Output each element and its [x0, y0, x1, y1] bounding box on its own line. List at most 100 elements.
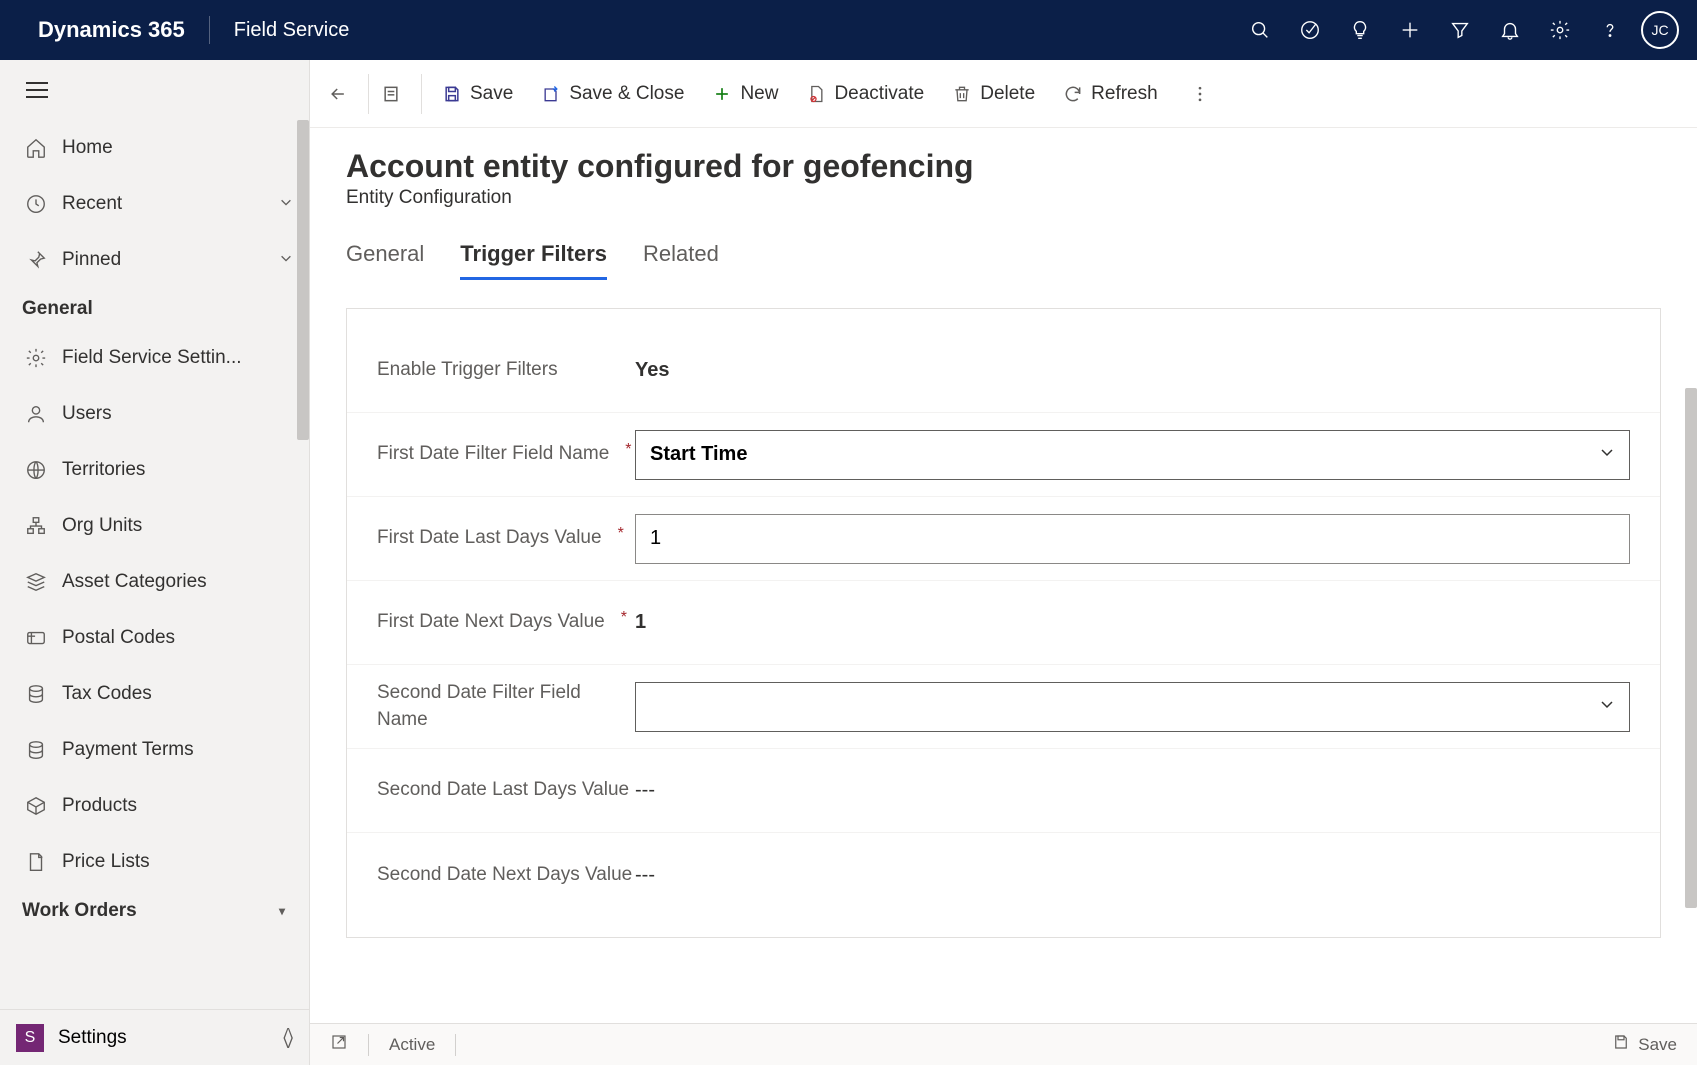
search-icon[interactable]	[1235, 0, 1285, 60]
list-icon	[381, 84, 401, 104]
delete-button[interactable]: Delete	[938, 72, 1049, 116]
save-button[interactable]: Save	[428, 72, 527, 116]
more-icon	[1190, 84, 1210, 104]
sidebar-item-field-service-settings[interactable]: Field Service Settin...	[0, 330, 309, 386]
back-icon	[328, 84, 348, 104]
cmd-label: Save	[470, 83, 513, 105]
refresh-button[interactable]: Refresh	[1049, 72, 1172, 116]
app-name[interactable]: Field Service	[234, 19, 350, 42]
area-switcher[interactable]: S Settings ᐱᐯ	[0, 1009, 309, 1065]
footer-save-button[interactable]: Save	[1612, 1033, 1677, 1056]
person-icon	[24, 402, 48, 426]
sidebar-item-asset-categories[interactable]: Asset Categories	[0, 554, 309, 610]
field-label: First Date Next Days Value	[377, 609, 605, 636]
document-icon	[24, 850, 48, 874]
field-value[interactable]: Yes	[635, 359, 1630, 382]
nav-recent[interactable]: Recent	[0, 176, 309, 232]
gear-icon[interactable]	[1535, 0, 1585, 60]
box-icon	[24, 794, 48, 818]
nav-home[interactable]: Home	[0, 120, 309, 176]
trash-icon	[952, 84, 972, 104]
user-avatar[interactable]: JC	[1641, 11, 1679, 49]
sidebar-item-org-units[interactable]: Org Units	[0, 498, 309, 554]
org-icon	[24, 514, 48, 538]
hamburger-menu[interactable]	[0, 60, 309, 120]
first-date-filter-select[interactable]: Start Time	[635, 430, 1630, 480]
nav-label: Field Service Settin...	[62, 347, 295, 369]
cmd-label: Save & Close	[569, 83, 684, 105]
page-subtitle: Entity Configuration	[346, 187, 1661, 209]
page-title: Account entity configured for geofencing	[346, 148, 1661, 185]
status-bar: Active Save	[310, 1023, 1697, 1065]
chevron-down-icon	[279, 249, 295, 271]
brand-divider	[209, 16, 210, 44]
cmd-label: Deactivate	[834, 83, 924, 105]
field-value[interactable]: ---	[635, 864, 1630, 887]
nav-label: Pinned	[62, 249, 279, 271]
save-close-icon	[541, 84, 561, 104]
area-label: Settings	[58, 1027, 127, 1049]
filter-icon[interactable]	[1435, 0, 1485, 60]
stack-icon	[24, 570, 48, 594]
tab-general[interactable]: General	[346, 241, 424, 280]
cmd-label: Delete	[980, 83, 1035, 105]
gear-icon	[24, 346, 48, 370]
field-enable-trigger: Enable Trigger Filters Yes	[347, 329, 1660, 413]
sidebar-scrollbar[interactable]	[297, 120, 309, 440]
save-icon	[442, 84, 462, 104]
globe-icon	[24, 458, 48, 482]
popout-icon[interactable]	[330, 1033, 348, 1056]
back-button[interactable]	[322, 72, 362, 116]
help-icon[interactable]	[1585, 0, 1635, 60]
sidebar-item-postal-codes[interactable]: Postal Codes	[0, 610, 309, 666]
add-icon[interactable]	[1385, 0, 1435, 60]
global-header: Dynamics 365 Field Service JC	[0, 0, 1697, 60]
required-marker: *	[625, 441, 631, 468]
tab-list: General Trigger Filters Related	[346, 241, 1661, 280]
nav-label: Asset Categories	[62, 571, 295, 593]
field-first-date-filter: First Date Filter Field Name* Start Time	[347, 413, 1660, 497]
overflow-button[interactable]	[1184, 72, 1224, 116]
new-button[interactable]: New	[698, 72, 792, 116]
cmd-label: New	[740, 83, 778, 105]
save-close-button[interactable]: Save & Close	[527, 72, 698, 116]
task-checker-icon[interactable]	[1285, 0, 1335, 60]
tab-related[interactable]: Related	[643, 241, 719, 280]
section-general: General	[0, 288, 309, 330]
deactivate-icon	[806, 84, 826, 104]
tab-trigger-filters[interactable]: Trigger Filters	[460, 241, 607, 280]
required-marker: *	[618, 525, 624, 552]
section-label: Work Orders	[22, 900, 137, 922]
nav-label: Users	[62, 403, 295, 425]
nav-label: Tax Codes	[62, 683, 295, 705]
select-value: Start Time	[650, 443, 747, 466]
sidebar-item-payment-terms[interactable]: Payment Terms	[0, 722, 309, 778]
sidebar-item-products[interactable]: Products	[0, 778, 309, 834]
field-label: Second Date Filter Field Name	[377, 680, 635, 733]
coins-icon	[24, 738, 48, 762]
second-date-filter-select[interactable]	[635, 682, 1630, 732]
field-value[interactable]: 1	[635, 611, 1630, 634]
main-content: Save Save & Close New Deactivate Delete …	[310, 60, 1697, 1065]
sidebar-item-territories[interactable]: Territories	[0, 442, 309, 498]
bell-icon[interactable]	[1485, 0, 1535, 60]
field-first-last-days: First Date Last Days Value*	[347, 497, 1660, 581]
first-last-days-input[interactable]	[635, 514, 1630, 564]
nav-pinned[interactable]: Pinned	[0, 232, 309, 288]
field-first-next-days: First Date Next Days Value* 1	[347, 581, 1660, 665]
open-record-set-button[interactable]	[375, 72, 415, 116]
lightbulb-icon[interactable]	[1335, 0, 1385, 60]
main-scrollbar[interactable]	[1685, 388, 1697, 908]
nav-label: Home	[62, 137, 295, 159]
mailbox-icon	[24, 626, 48, 650]
sidebar-item-tax-codes[interactable]: Tax Codes	[0, 666, 309, 722]
field-value[interactable]: ---	[635, 779, 1630, 802]
deactivate-button[interactable]: Deactivate	[792, 72, 938, 116]
sidebar-item-price-lists[interactable]: Price Lists	[0, 834, 309, 890]
chevron-down-icon	[279, 193, 295, 215]
nav-label: Territories	[62, 459, 295, 481]
sidebar-item-users[interactable]: Users	[0, 386, 309, 442]
brand-name[interactable]: Dynamics 365	[0, 17, 209, 43]
sidebar: Home Recent Pinned General Field Service…	[0, 60, 310, 1065]
updown-icon: ᐱᐯ	[283, 1028, 293, 1048]
